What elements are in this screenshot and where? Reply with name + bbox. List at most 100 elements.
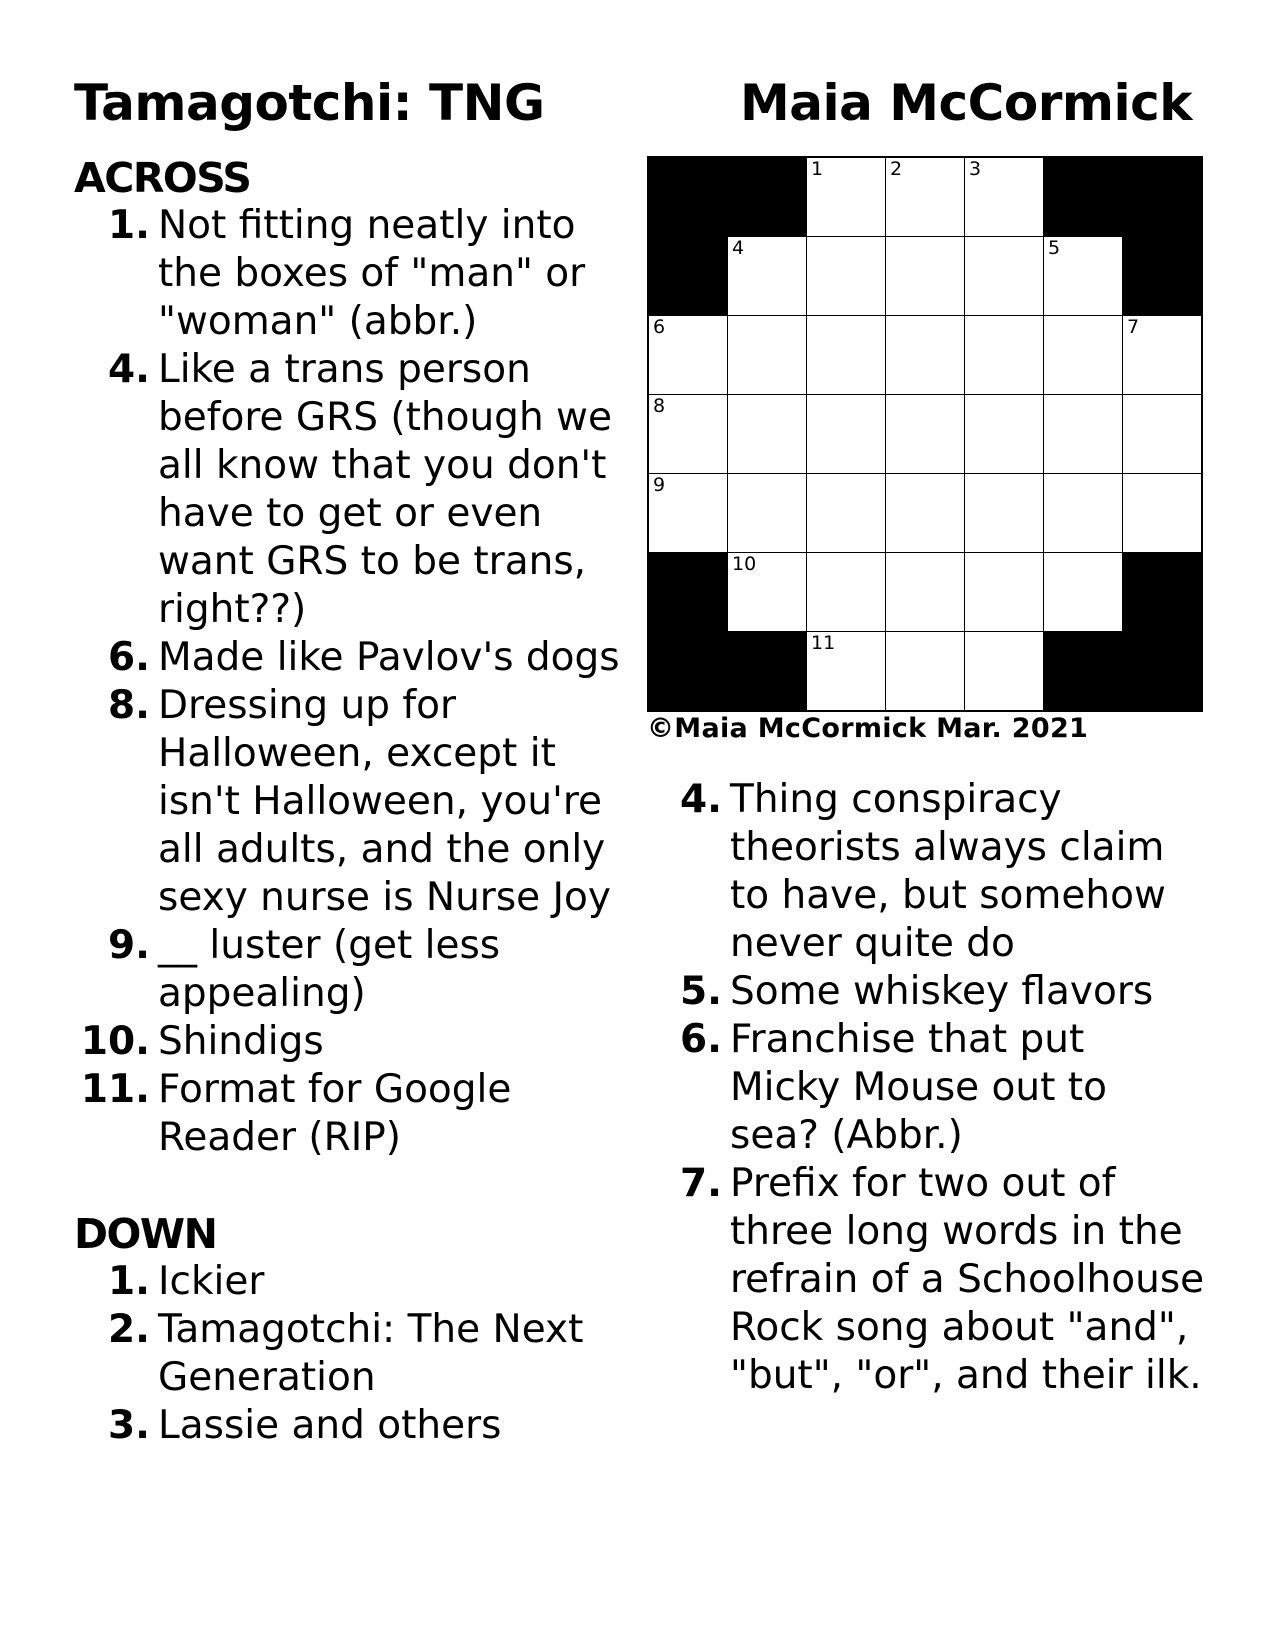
clue-number: 10. — [80, 1019, 150, 1064]
grid-block-cell — [649, 158, 727, 236]
down-clue-3: 3. Lassie and others — [74, 1402, 634, 1450]
across-clue-list: 1. Not fitting neatly into the boxes of "… — [74, 202, 634, 1162]
grid-answer-cell[interactable]: 11 — [807, 632, 885, 710]
grid-answer-cell[interactable]: 10 — [728, 553, 806, 631]
grid-answer-cell[interactable] — [1044, 553, 1122, 631]
grid-block-cell — [649, 632, 727, 710]
grid-answer-cell[interactable]: 9 — [649, 474, 727, 552]
clue-number: 6. — [680, 1017, 722, 1062]
down-clue-6: 6. Franchise that put Micky Mouse out to … — [646, 1016, 1206, 1160]
clue-number: 1. — [108, 1259, 150, 1304]
cell-number: 3 — [969, 158, 982, 180]
grid-answer-cell[interactable] — [1044, 395, 1122, 473]
grid-answer-cell[interactable] — [1044, 474, 1122, 552]
down-clue-7: 7. Prefix for two out of three long words… — [646, 1160, 1206, 1400]
grid-answer-cell[interactable]: 2 — [886, 158, 964, 236]
clue-number: 4. — [680, 777, 722, 822]
grid-answer-cell[interactable]: 1 — [807, 158, 885, 236]
clue-text: __ luster (get less appealing) — [158, 923, 501, 1016]
cell-number: 9 — [653, 474, 666, 496]
grid-block-cell — [1123, 553, 1201, 631]
clue-text: Thing conspiracy theorists always claim … — [730, 777, 1166, 966]
grid-answer-cell[interactable]: 3 — [965, 158, 1043, 236]
cell-number: 8 — [653, 395, 666, 417]
grid-block-cell — [1123, 237, 1201, 315]
grid-answer-cell[interactable] — [886, 474, 964, 552]
grid-answer-cell[interactable] — [807, 395, 885, 473]
grid-block-cell — [1123, 158, 1201, 236]
clue-text: Dressing up for Halloween, except it isn… — [158, 683, 611, 920]
grid-answer-cell[interactable] — [807, 474, 885, 552]
grid-answer-cell[interactable] — [965, 632, 1043, 710]
grid-answer-cell[interactable] — [886, 395, 964, 473]
clue-number: 1. — [108, 203, 150, 248]
grid-block-cell — [728, 632, 806, 710]
cell-number: 4 — [732, 237, 745, 259]
cell-number: 7 — [1127, 316, 1140, 338]
grid-answer-cell[interactable]: 5 — [1044, 237, 1122, 315]
grid-answer-cell[interactable] — [1123, 395, 1201, 473]
grid-answer-cell[interactable] — [1044, 316, 1122, 394]
grid-answer-cell[interactable] — [965, 316, 1043, 394]
clue-number: 5. — [680, 969, 722, 1014]
grid-answer-cell[interactable] — [807, 553, 885, 631]
down-clue-4: 4. Thing conspiracy theorists always clai… — [646, 776, 1206, 968]
puzzle-author: Maia McCormick — [740, 74, 1193, 132]
grid-answer-cell[interactable] — [965, 237, 1043, 315]
across-clue-1: 1. Not fitting neatly into the boxes of "… — [74, 202, 634, 346]
grid-answer-cell[interactable] — [728, 474, 806, 552]
grid-block-cell — [1044, 632, 1122, 710]
clue-number: 8. — [108, 683, 150, 728]
clue-text: Tamagotchi: The Next Generation — [158, 1307, 584, 1400]
cell-number: 5 — [1048, 237, 1061, 259]
clue-column-left: ACROSS 1. Not fitting neatly into the box… — [74, 154, 634, 1450]
grid-answer-cell[interactable] — [807, 237, 885, 315]
grid-answer-cell[interactable] — [886, 553, 964, 631]
grid-answer-cell[interactable] — [965, 553, 1043, 631]
grid-answer-cell[interactable] — [807, 316, 885, 394]
clue-number: 6. — [108, 635, 150, 680]
clue-text: Shindigs — [158, 1019, 324, 1064]
clue-text: Not fitting neatly into the boxes of "ma… — [158, 203, 586, 344]
cell-number: 1 — [811, 158, 824, 180]
grid-answer-cell[interactable] — [728, 316, 806, 394]
clue-text: Lassie and others — [158, 1403, 502, 1448]
grid-answer-cell[interactable]: 8 — [649, 395, 727, 473]
down-clue-5: 5. Some whiskey flavors — [646, 968, 1206, 1016]
clue-number: 4. — [108, 347, 150, 392]
clue-number: 9. — [108, 923, 150, 968]
grid-answer-cell[interactable]: 7 — [1123, 316, 1201, 394]
clue-text: Like a trans person before GRS (though w… — [158, 347, 612, 632]
clue-number: 3. — [108, 1403, 150, 1448]
grid-answer-cell[interactable] — [886, 632, 964, 710]
grid-answer-cell[interactable] — [1123, 474, 1201, 552]
cell-number: 11 — [811, 632, 836, 654]
grid-answer-cell[interactable]: 4 — [728, 237, 806, 315]
clue-number: 11. — [80, 1067, 150, 1112]
grid-answer-cell[interactable] — [728, 395, 806, 473]
across-clue-4: 4. Like a trans person before GRS (though… — [74, 346, 634, 634]
grid-answer-cell[interactable] — [886, 316, 964, 394]
down-clue-list: 1. Ickier 2. Tamagotchi: The Next Generati… — [74, 1258, 634, 1450]
grid-answer-cell[interactable] — [965, 474, 1043, 552]
cell-number: 10 — [732, 553, 757, 575]
clue-text: Made like Pavlov's dogs — [158, 635, 620, 680]
clue-text: Format for Google Reader (RIP) — [158, 1067, 512, 1160]
clue-number: 2. — [108, 1307, 150, 1352]
grid-answer-cell[interactable] — [886, 237, 964, 315]
grid-answer-cell[interactable]: 6 — [649, 316, 727, 394]
across-clue-11: 11. Format for Google Reader (RIP) — [74, 1066, 634, 1162]
clue-text: Franchise that put Micky Mouse out to se… — [730, 1017, 1107, 1158]
grid-answer-cell[interactable] — [965, 395, 1043, 473]
puzzle-title: Tamagotchi: TNG — [74, 74, 545, 132]
clue-number: 7. — [680, 1161, 722, 1206]
across-clue-6: 6. Made like Pavlov's dogs — [74, 634, 634, 682]
cell-number: 6 — [653, 316, 666, 338]
crossword-grid: 1 2 3 4 5 6 7 8 9 10 11 — [647, 156, 1203, 712]
grid-block-cell — [1044, 158, 1122, 236]
across-heading: ACROSS — [74, 154, 252, 202]
across-clue-9: 9. __ luster (get less appealing) — [74, 922, 634, 1018]
clue-column-right: 4. Thing conspiracy theorists always clai… — [646, 776, 1206, 1400]
down-clue-2: 2. Tamagotchi: The Next Generation — [74, 1306, 634, 1402]
